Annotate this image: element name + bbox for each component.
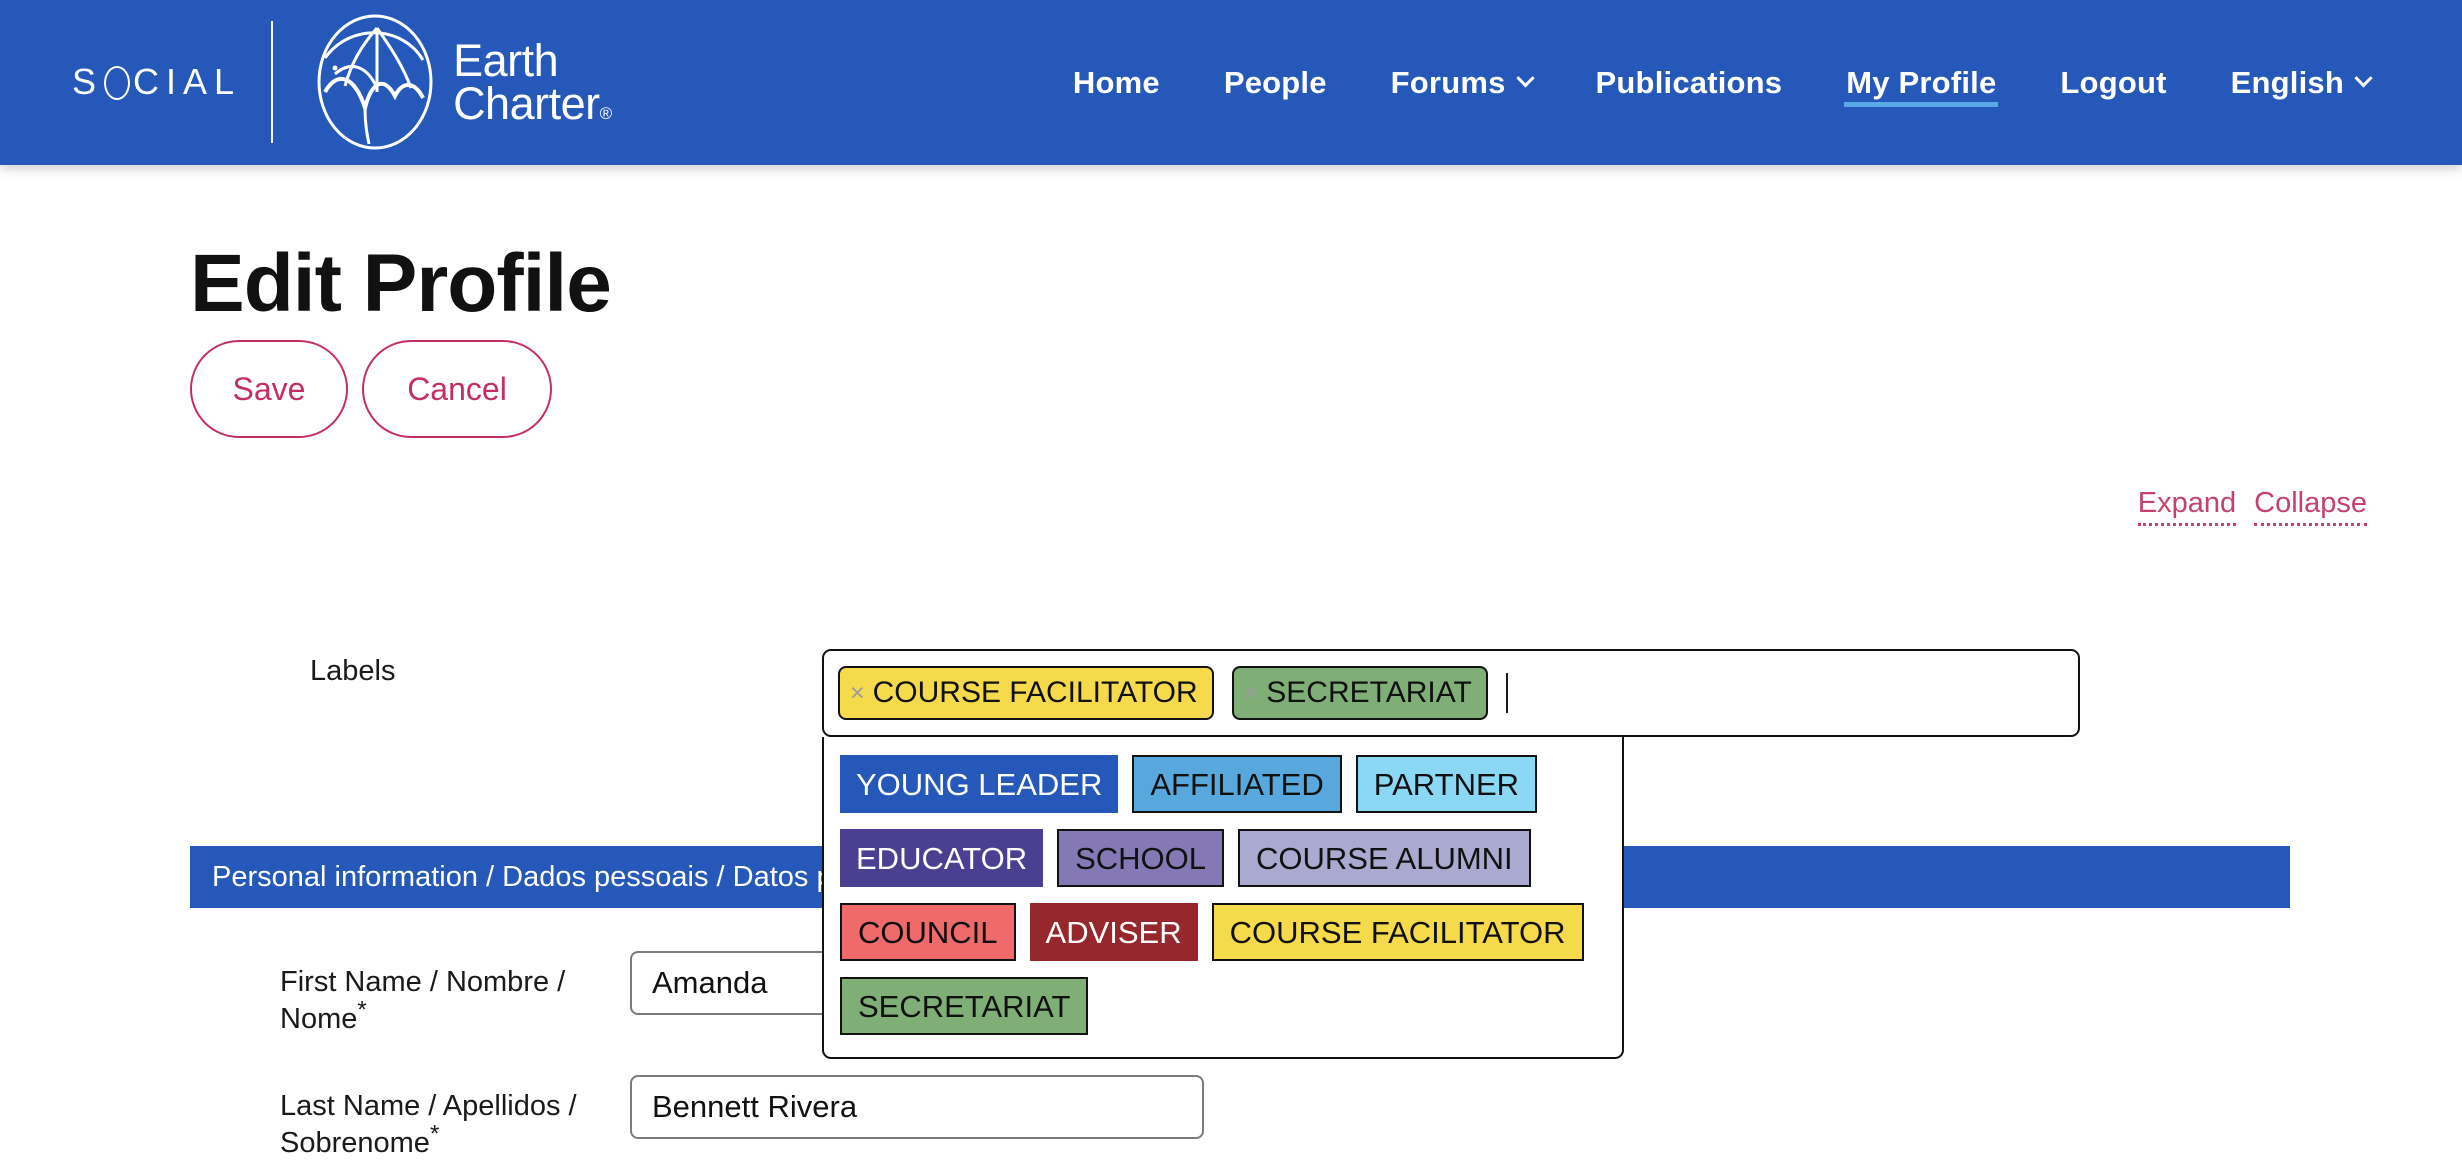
page-body: Edit Profile Save Cancel Expand Collapse… (0, 165, 2462, 1159)
nav-item-language-english[interactable]: English (2199, 0, 2402, 165)
chevron-down-icon (1515, 69, 1535, 88)
remove-icon[interactable]: × (1244, 680, 1259, 706)
option-course-facilitator[interactable]: COURSE FACILITATOR (1211, 903, 1584, 961)
collapse-link[interactable]: Collapse (2254, 487, 2367, 526)
brand-logo-group[interactable]: S CIAL Earth Charter® (72, 12, 612, 152)
nav-item-publications[interactable]: Publications (1564, 0, 1815, 165)
labels-input-box[interactable]: × COURSE FACILITATOR × SECRETARIAT (822, 649, 2080, 737)
option-educator[interactable]: EDUCATOR (840, 829, 1044, 887)
save-button[interactable]: Save (190, 340, 348, 438)
selected-chip-secretariat[interactable]: × SECRETARIAT (1231, 666, 1488, 720)
earth-word: Earth (453, 34, 559, 86)
labels-options-dropdown: YOUNG LEADER AFFILIATED PARTNER EDUCATOR… (822, 737, 1624, 1059)
remove-icon[interactable]: × (850, 680, 865, 706)
page-title: Edit Profile (190, 237, 612, 329)
chip-label: SECRETARIAT (1266, 676, 1472, 709)
chevron-down-icon (2354, 69, 2373, 88)
option-school[interactable]: SCHOOL (1057, 829, 1225, 887)
earth-charter-wordmark: Earth Charter® (453, 34, 613, 129)
nav-item-my-profile[interactable]: My Profile (1814, 0, 2028, 165)
option-adviser[interactable]: ADVISER (1029, 903, 1198, 961)
option-young-leader[interactable]: YOUNG LEADER (840, 755, 1119, 813)
nav-item-label: Publications (1595, 64, 1783, 100)
charter-word: Charter® (453, 78, 613, 129)
option-affiliated[interactable]: AFFILIATED (1132, 755, 1342, 813)
nav-item-label: My Profile (1846, 64, 1997, 100)
expand-collapse-controls: Expand Collapse (2137, 487, 2367, 526)
globe-icon (317, 14, 433, 150)
option-course-alumni[interactable]: COURSE ALUMNI (1238, 829, 1531, 887)
nav-item-home[interactable]: Home (1041, 0, 1192, 165)
nav-item-forums[interactable]: Forums (1359, 0, 1564, 165)
site-header: S CIAL Earth Charter® Home People Forums… (0, 0, 2462, 165)
chip-label: COURSE FACILITATOR (872, 676, 1198, 709)
last-name-label: Last Name / Apellidos / Sobrenome* (280, 1090, 577, 1160)
nav-item-people[interactable]: People (1192, 0, 1359, 165)
expand-link[interactable]: Expand (2137, 487, 2237, 526)
main-navigation: Home People Forums Publications My Profi… (1041, 0, 2402, 165)
nav-item-label: Home (1072, 64, 1160, 100)
first-name-label: First Name / Nombre / Nome* (280, 966, 566, 1036)
last-name-input[interactable]: Bennett Rivera (630, 1075, 1204, 1139)
form-action-buttons: Save Cancel (190, 340, 552, 438)
labels-tag-widget: × COURSE FACILITATOR × SECRETARIAT YOUNG… (822, 649, 2080, 1059)
option-partner[interactable]: PARTNER (1355, 755, 1538, 813)
nav-item-label: English (2230, 64, 2344, 100)
text-cursor (1505, 673, 1508, 713)
selected-chip-course-facilitator[interactable]: × COURSE FACILITATOR (838, 666, 1214, 720)
nav-item-label: Logout (2060, 64, 2167, 100)
nav-item-label: People (1223, 64, 1327, 100)
registered-mark: ® (599, 104, 613, 123)
nav-item-logout[interactable]: Logout (2028, 0, 2198, 165)
earth-charter-logo: Earth Charter® (311, 12, 612, 152)
option-council[interactable]: COUNCIL (840, 903, 1016, 961)
form-row-last-name: Last Name / Apellidos / Sobrenome* Benne… (280, 1075, 1204, 1162)
required-asterisk: * (429, 1120, 440, 1148)
brand-divider (271, 21, 274, 143)
cancel-button[interactable]: Cancel (362, 340, 552, 438)
social-o-ring-icon (104, 66, 131, 100)
labels-field-label: Labels (310, 655, 396, 687)
option-secretariat[interactable]: SECRETARIAT (840, 977, 1089, 1035)
social-wordmark-text: S (72, 61, 104, 102)
required-asterisk: * (357, 996, 367, 1024)
social-wordmark: S CIAL (72, 61, 242, 102)
nav-item-label: Forums (1390, 64, 1506, 100)
